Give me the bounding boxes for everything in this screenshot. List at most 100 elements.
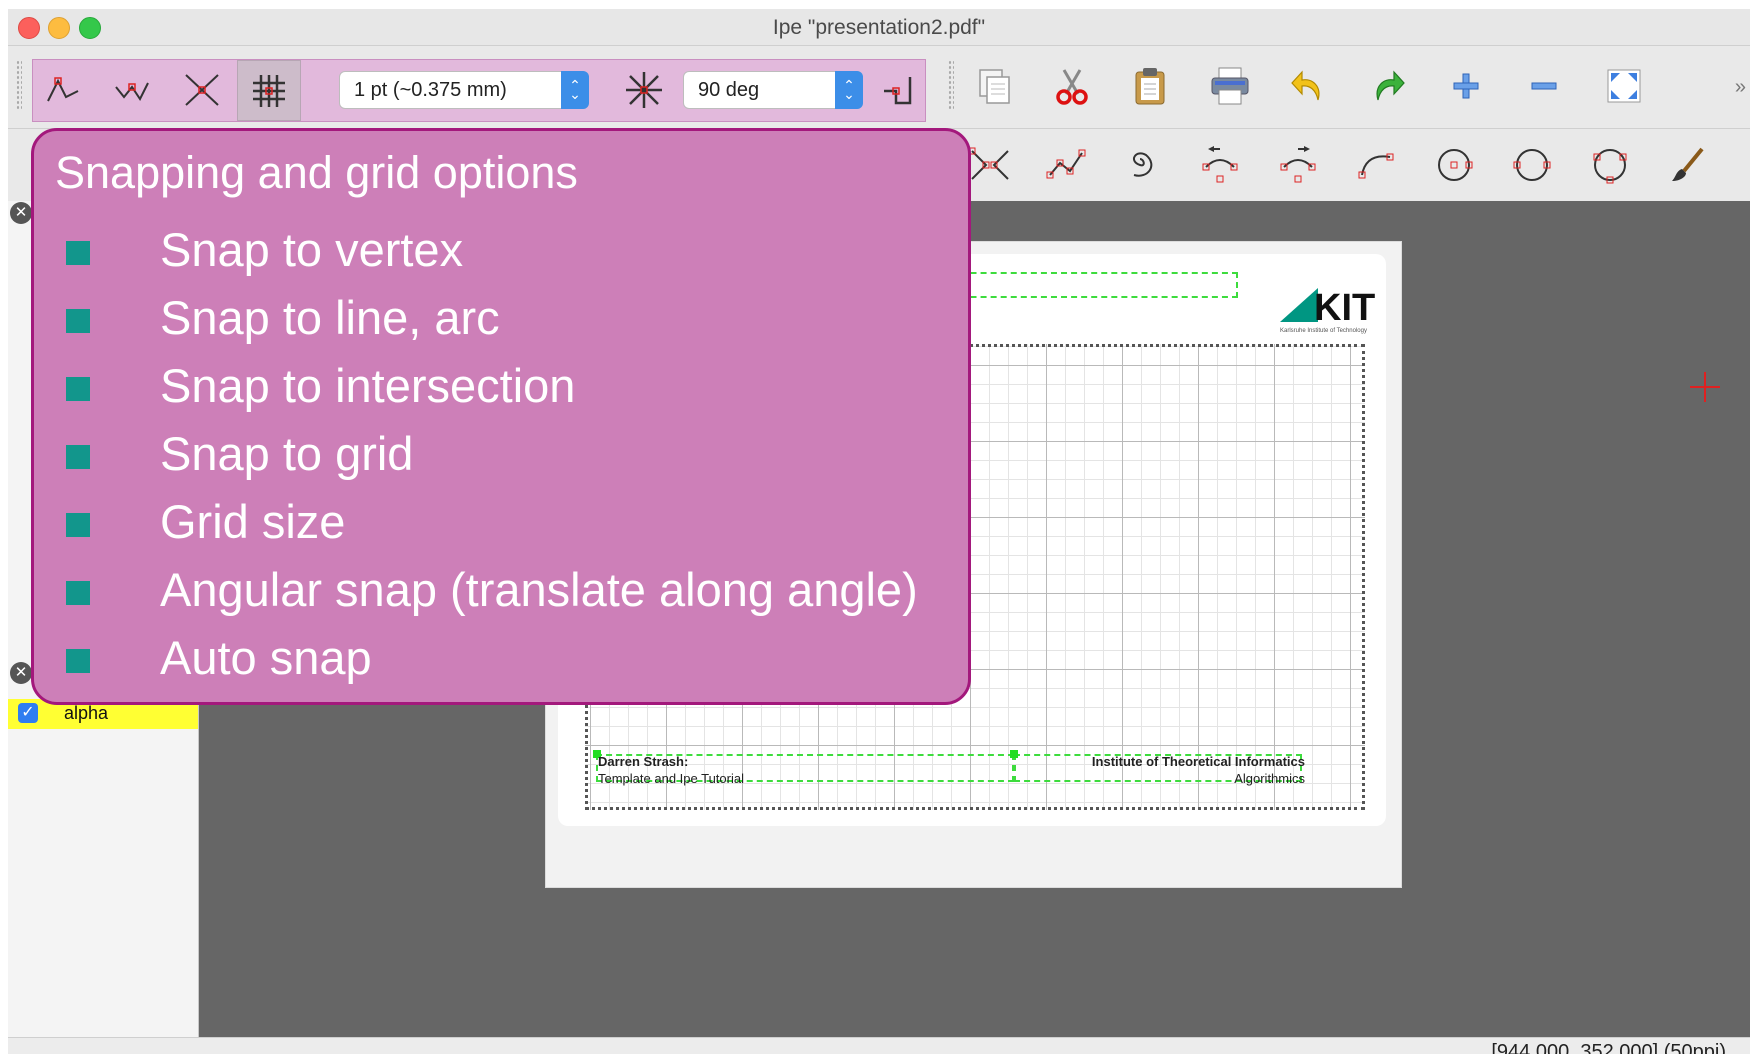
list-item-text: Auto snap — [160, 631, 372, 684]
selection-handle[interactable] — [1010, 750, 1018, 758]
footer-author: Darren Strash: — [598, 754, 689, 769]
svg-text:KIT: KIT — [1314, 287, 1375, 329]
polyline-tool-button[interactable] — [1044, 143, 1088, 187]
cut-icon — [1056, 69, 1088, 105]
snap-grid-button[interactable] — [237, 60, 301, 121]
circle-diameter-icon — [1513, 149, 1551, 181]
toolbar-grip[interactable] — [16, 60, 22, 110]
copy-button[interactable] — [972, 64, 1016, 108]
cut-button[interactable] — [1050, 64, 1094, 108]
grid-size-stepper[interactable]: ⌃ ⌄ — [561, 71, 589, 109]
callout-title: Snapping and grid options — [55, 147, 578, 198]
arc-3pt-tool-button[interactable] — [1354, 143, 1398, 187]
paste-icon — [1135, 68, 1165, 105]
list-item-text: Angular snap (translate along angle) — [160, 563, 918, 616]
list-item-text: Snap to intersection — [160, 359, 576, 412]
svg-text:Karlsruhe Institute of Technol: Karlsruhe Institute of Technology — [1280, 328, 1367, 334]
snap-grid-icon — [253, 74, 285, 107]
bullet-icon — [66, 377, 90, 401]
undo-button[interactable] — [1286, 64, 1330, 108]
list-item: Angular snap (translate along angle) — [62, 561, 918, 629]
grid-size-select[interactable]: 1 pt (~0.375 mm) ⌃ ⌄ — [339, 71, 589, 109]
print-icon — [1211, 67, 1249, 105]
mouse-coordinates: [944.000, 352.000] (50ppi) — [1491, 1041, 1726, 1054]
title-bar: Ipe "presentation2.pdf" — [8, 9, 1750, 46]
polyline-tool-icon — [1046, 149, 1086, 179]
arc-reverse-tool-button[interactable] — [1276, 143, 1320, 187]
zoom-in-icon — [1453, 73, 1479, 99]
window-title: Ipe "presentation2.pdf" — [772, 16, 986, 39]
bullet-icon — [66, 241, 90, 265]
undo-icon — [1291, 70, 1320, 101]
print-button[interactable] — [1208, 64, 1252, 108]
angle-value: 90 deg — [698, 79, 760, 101]
circle-3pt-tool-button[interactable] — [1588, 143, 1632, 187]
circle-3pt-icon — [1593, 149, 1627, 184]
ink-tool-button[interactable] — [1666, 143, 1710, 187]
bullet-icon — [66, 649, 90, 673]
toolbar-overflow-icon[interactable]: » — [1735, 76, 1746, 99]
spline-tool-icon — [968, 147, 1009, 180]
close-panel-icon[interactable]: ✕ — [10, 202, 32, 224]
fit-page-icon — [1607, 69, 1641, 103]
list-item-text: Snap to line, arc — [160, 291, 500, 344]
paste-button[interactable] — [1128, 64, 1172, 108]
fit-page-button[interactable] — [1602, 64, 1646, 108]
auto-snap-button[interactable] — [873, 64, 921, 116]
snap-intersection-icon — [185, 74, 219, 106]
snap-vertex-button[interactable] — [33, 64, 95, 116]
snapping-callout: Snapping and grid options Snap to vertex… — [31, 128, 971, 705]
layer-name: alpha — [64, 703, 109, 723]
kit-logo: KIT Karlsruhe Institute of Technology — [1278, 284, 1388, 334]
circle-center-icon — [1438, 149, 1473, 181]
list-item: Snap to vertex — [62, 221, 918, 289]
footer-subtitle: Template and Ipe Tutorial — [598, 771, 744, 786]
angular-snap-icon — [626, 72, 662, 108]
copy-icon — [979, 69, 1010, 104]
bullet-icon — [66, 581, 90, 605]
redo-icon — [1376, 70, 1405, 101]
angular-snap-button[interactable] — [613, 64, 675, 116]
list-item: Snap to line, arc — [62, 289, 918, 357]
snap-intersection-button[interactable] — [171, 64, 233, 116]
grid-size-value: 1 pt (~0.375 mm) — [354, 79, 507, 101]
snap-toolbar-group: 1 pt (~0.375 mm) ⌃ ⌄ 90 deg ⌃ ⌄ — [32, 59, 926, 122]
kit-logo-icon: KIT Karlsruhe Institute of Technology — [1280, 287, 1375, 334]
zoom-in-button[interactable] — [1444, 64, 1488, 108]
arc-tool-button[interactable] — [1198, 143, 1242, 187]
list-item-text: Snap to grid — [160, 427, 414, 480]
zoom-out-icon — [1531, 82, 1557, 90]
angle-stepper[interactable]: ⌃ ⌄ — [835, 71, 863, 109]
snap-vertex-icon — [47, 77, 79, 102]
list-item: Grid size — [62, 493, 918, 561]
arc-left-icon — [1202, 146, 1238, 183]
bullet-icon — [66, 445, 90, 469]
redo-button[interactable] — [1366, 64, 1410, 108]
bullet-icon — [66, 309, 90, 333]
freehand-tool-icon — [1133, 152, 1153, 177]
bullet-icon — [66, 513, 90, 537]
snap-line-icon — [115, 82, 149, 101]
circle-center-tool-button[interactable] — [1432, 143, 1476, 187]
snap-line-button[interactable] — [101, 64, 163, 116]
close-layers-panel-icon[interactable]: ✕ — [10, 662, 32, 684]
paintbrush-icon — [1672, 147, 1704, 181]
angle-select[interactable]: 90 deg ⌃ ⌄ — [683, 71, 863, 109]
footer-institute: Institute of Theoretical Informatics — [1091, 754, 1305, 769]
zoom-out-button[interactable] — [1522, 64, 1566, 108]
circle-diameter-tool-button[interactable] — [1510, 143, 1554, 187]
list-item: Snap to intersection — [62, 357, 918, 425]
crosshair-cursor-icon — [1690, 372, 1720, 402]
status-bar: [944.000, 352.000] (50ppi) — [8, 1037, 1750, 1054]
freehand-tool-button[interactable] — [1120, 143, 1164, 187]
callout-list: Snap to vertex Snap to line, arc Snap to… — [62, 221, 918, 697]
list-item: Auto snap — [62, 629, 918, 697]
splines-tool-button[interactable] — [968, 143, 1012, 187]
list-item-text: Snap to vertex — [160, 223, 464, 276]
toolbar-grip[interactable] — [948, 60, 954, 110]
arc-3pt-icon — [1358, 153, 1394, 179]
layer-visible-checkbox[interactable]: ✓ — [18, 703, 38, 723]
footer-group: Algorithmics — [1234, 771, 1305, 786]
list-item-text: Grid size — [160, 495, 346, 548]
auto-snap-icon — [884, 77, 912, 105]
